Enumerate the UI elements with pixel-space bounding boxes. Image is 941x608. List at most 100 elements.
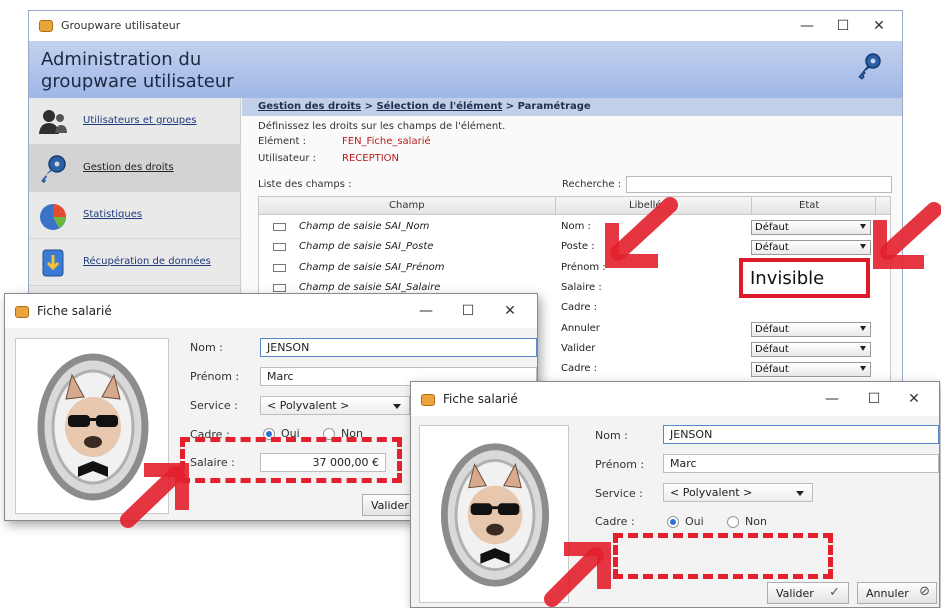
cancel-icon: ⊘ (919, 584, 930, 599)
cancel-button[interactable]: Annuler ⊘ (857, 582, 937, 604)
breadcrumb-rights-link[interactable]: Gestion des droits (258, 101, 361, 112)
app-icon (421, 394, 435, 406)
chevron-down-icon (860, 224, 866, 229)
field-label-cell: Prénom : (561, 261, 606, 273)
search-label: Recherche : (562, 179, 622, 190)
maximize-button[interactable]: ☐ (453, 300, 483, 322)
firstname-label: Prénom : (595, 458, 645, 471)
manager-yes-radio[interactable] (667, 516, 679, 528)
table-row[interactable]: Champ de saisie SAI_Poste Poste : Défaut (259, 237, 890, 257)
key-icon (41, 155, 66, 183)
chevron-down-icon (393, 404, 401, 409)
service-combo-value: < Polyvalent > (267, 399, 350, 412)
app-icon (39, 20, 53, 32)
close-button[interactable]: ✕ (864, 15, 894, 37)
manager-no-radio[interactable] (727, 516, 739, 528)
state-select[interactable]: Défaut (751, 341, 871, 357)
field-label-cell: Cadre : (561, 363, 598, 375)
field-label-cell: Annuler (561, 322, 600, 334)
state-select[interactable]: Défaut (751, 321, 871, 337)
chevron-down-icon (860, 325, 866, 331)
minimize-button[interactable]: — (411, 300, 441, 322)
breadcrumb-selection-link[interactable]: Sélection de l'élément (376, 101, 502, 112)
arrow-pointer-icon (120, 463, 189, 528)
name-field[interactable]: JENSON (663, 425, 939, 444)
column-header-etat[interactable]: Etat (799, 200, 819, 211)
manager-yes-label: Oui (685, 515, 704, 528)
state-select[interactable]: Défaut (751, 220, 871, 235)
key-icon (858, 53, 881, 80)
app-header-title: Administration du groupware utilisateur (41, 49, 234, 92)
salary-highlight-box (180, 437, 402, 483)
field-name-cell: Champ de saisie SAI_Prénom (299, 261, 445, 273)
sidebar-item-label: Gestion des droits (83, 162, 174, 173)
service-combo[interactable]: < Polyvalent > (260, 396, 410, 415)
field-type-icon (273, 263, 286, 272)
user-label: Utilisateur : (258, 153, 316, 164)
arrow-pointer-icon (605, 197, 678, 268)
name-label: Nom : (190, 341, 223, 354)
service-combo-value: < Polyvalent > (670, 486, 753, 499)
state-select-value: Défaut (755, 242, 789, 254)
element-label: Elément : (258, 136, 306, 147)
manager-no-label: Non (745, 515, 767, 528)
arrow-pointer-icon (873, 202, 941, 269)
field-type-icon (273, 243, 286, 252)
grid-header: Champ Libellé Etat (259, 197, 890, 215)
breadcrumb: Gestion des droits > Sélection de l'élém… (242, 98, 902, 116)
arrow-pointer-icon (544, 542, 611, 607)
sidebar-item-users[interactable]: Utilisateurs et groupes (29, 98, 241, 145)
firstname-label: Prénom : (190, 370, 240, 383)
chevron-down-icon (860, 244, 866, 250)
field-label-cell: Valider (561, 342, 596, 354)
field-type-icon (273, 283, 286, 292)
name-field[interactable]: JENSON (260, 338, 537, 357)
state-select-value: Défaut (755, 323, 789, 335)
sidebar-item-statistics[interactable]: Statistiques (29, 192, 241, 239)
app-icon (15, 306, 29, 318)
firstname-field[interactable]: Marc (663, 454, 939, 473)
app-header: Administration du groupware utilisateur (29, 41, 902, 98)
chevron-down-icon (796, 491, 804, 496)
sidebar-item-rights[interactable]: Gestion des droits (29, 145, 241, 192)
field-list-label: Liste des champs : (258, 179, 352, 190)
validate-button[interactable]: Valider ✓ (767, 582, 849, 604)
validate-button-label: Valider (776, 587, 814, 600)
user-value: RECEPTION (342, 153, 400, 164)
service-label: Service : (190, 399, 238, 412)
field-name-cell: Champ de saisie SAI_Nom (299, 221, 430, 232)
chevron-down-icon (860, 345, 866, 351)
sidebar-item-label: Récupération de données (83, 256, 211, 267)
maximize-button[interactable]: ☐ (828, 15, 858, 37)
pie-chart-icon (40, 204, 66, 230)
close-button[interactable]: ✕ (899, 388, 929, 410)
sidebar-item-label: Statistiques (83, 209, 143, 220)
search-input[interactable] (626, 176, 892, 193)
service-label: Service : (595, 487, 643, 500)
download-icon (42, 249, 64, 277)
intro-text: Définissez les droits sur les champs de … (258, 121, 506, 132)
state-select-value: Défaut (755, 222, 789, 233)
state-select-value: Défaut (755, 364, 789, 376)
field-name-cell: Champ de saisie SAI_Salaire (299, 281, 441, 293)
sidebar-item-data-recovery[interactable]: Récupération de données (29, 239, 241, 286)
close-button[interactable]: ✕ (495, 300, 525, 322)
field-label-cell: Cadre : (561, 302, 598, 314)
state-invisible-highlight[interactable]: Invisible (739, 258, 870, 298)
column-header-champ[interactable]: Champ (389, 200, 425, 211)
state-select[interactable]: Défaut (751, 362, 871, 378)
service-combo[interactable]: < Polyvalent > (663, 483, 813, 502)
minimize-button[interactable]: — (792, 15, 822, 37)
minimize-button[interactable]: — (817, 388, 847, 410)
breadcrumb-separator: > (361, 101, 377, 112)
hidden-salary-highlight-box (613, 533, 833, 579)
table-row[interactable]: Champ de saisie SAI_Nom Nom : Défaut (259, 217, 890, 237)
maximize-button[interactable]: ☐ (859, 388, 889, 410)
state-select[interactable]: Défaut (751, 240, 871, 256)
main-titlebar: Groupware utilisateur — ☐ ✕ (29, 11, 902, 41)
chevron-down-icon (860, 366, 866, 372)
cancel-button-label: Annuler (866, 587, 909, 600)
field-label-cell: Nom : (561, 221, 591, 232)
sidebar-item-label: Utilisateurs et groupes (83, 115, 197, 126)
name-label: Nom : (595, 429, 628, 442)
